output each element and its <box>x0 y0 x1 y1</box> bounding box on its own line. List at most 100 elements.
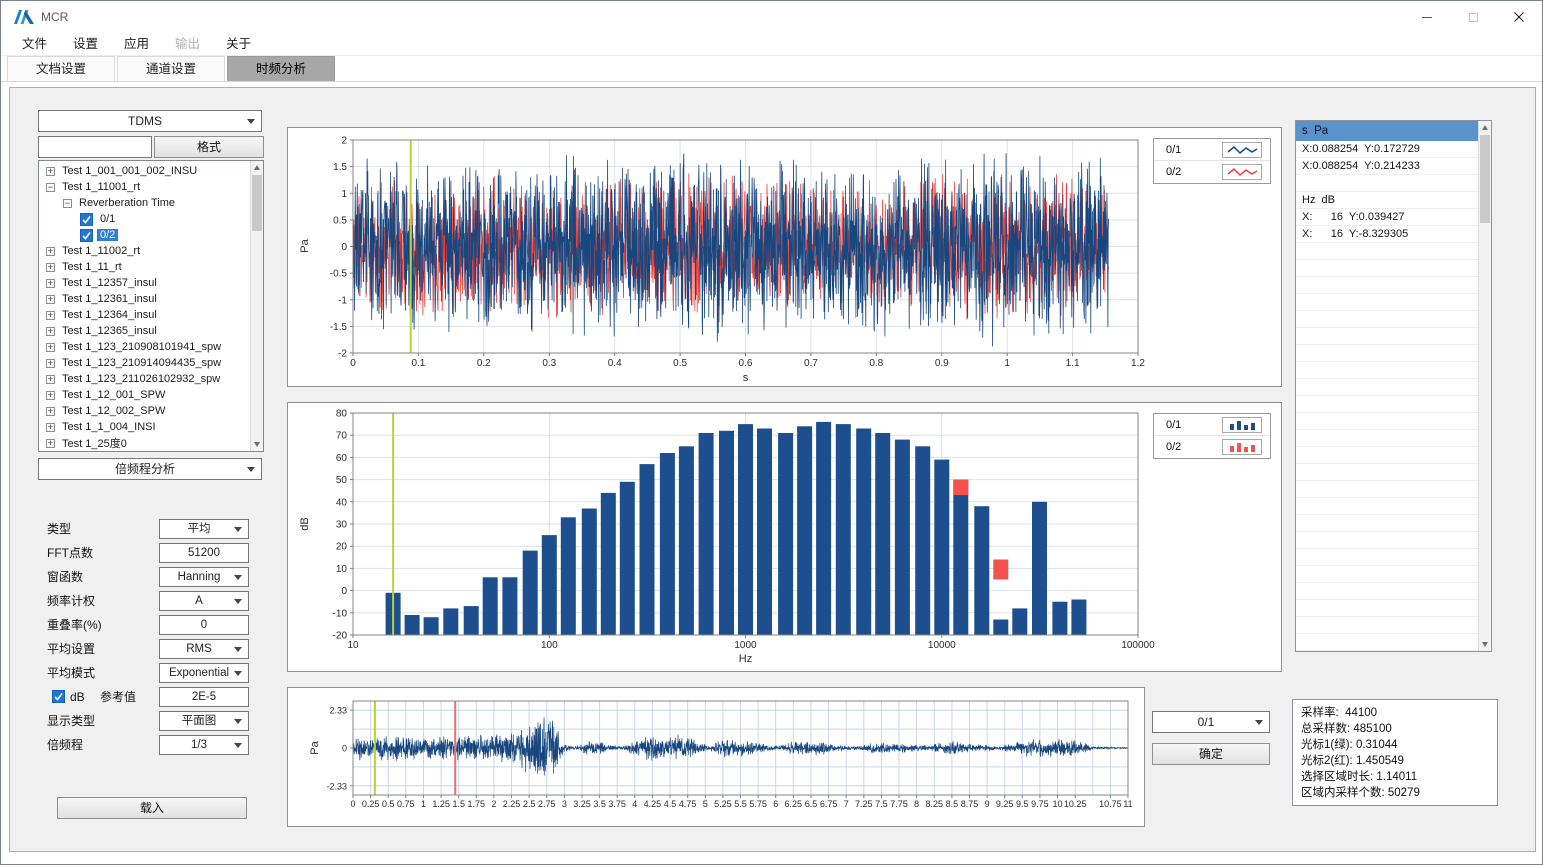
close-button[interactable] <box>1496 1 1542 33</box>
menu-item-file[interactable]: 文件 <box>9 33 60 56</box>
tree-collapse-icon[interactable]: − <box>46 183 55 192</box>
time-waveform-chart[interactable]: 00.10.20.30.40.50.60.70.80.911.11.221.51… <box>287 127 1282 387</box>
table-row[interactable] <box>1296 175 1478 192</box>
tree-item[interactable]: +Test 1_11_rt <box>40 259 249 275</box>
tree-expand-icon[interactable]: + <box>46 343 55 352</box>
field-fft-points[interactable]: 51200 <box>159 543 249 563</box>
table-row[interactable] <box>1296 549 1478 566</box>
tree-item[interactable]: −Test 1_11001_rt <box>40 179 249 195</box>
menu-item-output[interactable]: 输出 <box>162 33 213 56</box>
table-row[interactable] <box>1296 379 1478 396</box>
table-row[interactable]: X: 16 Y:0.039427 <box>1296 209 1478 226</box>
table-row[interactable] <box>1296 634 1478 651</box>
tree-item[interactable]: +Test 1_123_211026102932_spw <box>40 371 249 387</box>
tab-channel-settings[interactable]: 通道设置 <box>117 56 225 81</box>
table-row[interactable] <box>1296 481 1478 498</box>
tree-expand-icon[interactable]: + <box>46 359 55 368</box>
format-button[interactable]: 格式 <box>154 136 264 158</box>
table-row[interactable]: X: 16 Y:-8.329305 <box>1296 226 1478 243</box>
tree-expand-icon[interactable]: + <box>46 279 55 288</box>
tree-expand-icon[interactable]: + <box>46 327 55 336</box>
tree-item[interactable]: +Test 1_12357_insul <box>40 275 249 291</box>
scrollbar-thumb[interactable] <box>1480 135 1490 223</box>
table-row[interactable] <box>1296 328 1478 345</box>
field-reference-value[interactable]: 2E-5 <box>159 687 249 707</box>
legend-item[interactable]: 0/1 <box>1154 414 1270 436</box>
field-octave[interactable]: 1/3 <box>159 735 249 755</box>
table-row[interactable] <box>1296 498 1478 515</box>
tab-document-settings[interactable]: 文档设置 <box>7 56 115 81</box>
field-type[interactable]: 平均 <box>159 519 249 539</box>
tree-expand-icon[interactable]: + <box>46 391 55 400</box>
menu-item-apply[interactable]: 应用 <box>111 33 162 56</box>
table-row[interactable]: X:0.088254 Y:0.172729 <box>1296 141 1478 158</box>
tree-expand-icon[interactable]: + <box>46 295 55 304</box>
scroll-down-button[interactable] <box>251 438 263 451</box>
table-row[interactable] <box>1296 413 1478 430</box>
tree-item[interactable]: +Test 1_11002_rt <box>40 243 249 259</box>
confirm-button[interactable]: 确定 <box>1152 743 1270 765</box>
scrollbar-thumb[interactable] <box>252 175 262 231</box>
legend-item[interactable]: 0/1 <box>1154 139 1270 161</box>
tree-item[interactable]: +Test 1_1_004_INSI <box>40 419 249 435</box>
scroll-up-button[interactable] <box>1479 121 1491 134</box>
load-button[interactable]: 载入 <box>57 797 247 819</box>
table-row[interactable] <box>1296 532 1478 549</box>
table-row[interactable] <box>1296 243 1478 260</box>
table-row[interactable] <box>1296 345 1478 362</box>
maximize-button[interactable] <box>1450 1 1496 33</box>
minimize-button[interactable] <box>1404 1 1450 33</box>
analysis-type-drop[interactable]: 倍频程分析 <box>38 458 262 480</box>
field-frequency-weighting[interactable]: A <box>159 591 249 611</box>
menu-item-about[interactable]: 关于 <box>213 33 264 56</box>
tree-scrollbar[interactable] <box>250 161 263 451</box>
field-overlap[interactable]: 0 <box>159 615 249 635</box>
field-average-setting[interactable]: RMS <box>159 639 249 659</box>
tree-item[interactable]: 0/1 <box>40 211 249 227</box>
overview-waveform-chart[interactable]: 00.250.50.7511.251.51.7522.252.52.7533.2… <box>287 687 1145 827</box>
tree-item[interactable]: +Test 1_12_001_SPW <box>40 387 249 403</box>
db-checkbox[interactable] <box>52 690 65 703</box>
table-row[interactable]: Hz dB <box>1296 192 1478 209</box>
table-row[interactable] <box>1296 430 1478 447</box>
table-row[interactable] <box>1296 277 1478 294</box>
tree-item[interactable]: +Test 1_12361_insul <box>40 291 249 307</box>
tree-item[interactable]: +Test 1_12364_insul <box>40 307 249 323</box>
table-row[interactable] <box>1296 260 1478 277</box>
field-window-function[interactable]: Hanning <box>159 567 249 587</box>
menu-item-settings[interactable]: 设置 <box>60 33 111 56</box>
channel-dropdown[interactable]: 0/1 <box>1152 711 1270 733</box>
table-row[interactable] <box>1296 617 1478 634</box>
table-row[interactable]: X:0.088254 Y:0.214233 <box>1296 158 1478 175</box>
table-row[interactable] <box>1296 362 1478 379</box>
table-row[interactable] <box>1296 294 1478 311</box>
tree-expand-icon[interactable]: + <box>46 439 55 448</box>
table-row[interactable] <box>1296 566 1478 583</box>
scroll-up-button[interactable] <box>251 161 263 174</box>
tree-item[interactable]: +Test 1_123_210914094435_spw <box>40 355 249 371</box>
table-scrollbar[interactable] <box>1478 121 1491 651</box>
legend-item[interactable]: 0/2 <box>1154 161 1270 183</box>
octave-spectrum-chart[interactable]: 1010010001000010000080706050403020100-10… <box>287 402 1282 672</box>
tree-checkbox[interactable] <box>80 229 93 242</box>
table-row[interactable] <box>1296 396 1478 413</box>
table-row[interactable] <box>1296 600 1478 617</box>
tree-item[interactable]: +Test 1_25度0 <box>40 435 249 450</box>
tree-expand-icon[interactable]: + <box>46 247 55 256</box>
tab-time-frequency-analysis[interactable]: 时频分析 <box>227 56 335 81</box>
filter-input[interactable] <box>38 136 152 158</box>
tree-item[interactable]: +Test 1_123_210908101941_spw <box>40 339 249 355</box>
legend-item[interactable]: 0/2 <box>1154 436 1270 458</box>
tree-item[interactable]: +Test 1_12365_insul <box>40 323 249 339</box>
tree-checkbox[interactable] <box>80 213 93 226</box>
tree-item[interactable]: −Reverberation Time <box>40 195 249 211</box>
table-row[interactable] <box>1296 311 1478 328</box>
tree-collapse-icon[interactable]: − <box>63 199 72 208</box>
tree-expand-icon[interactable]: + <box>46 167 55 176</box>
scroll-down-button[interactable] <box>1479 638 1491 651</box>
tree-expand-icon[interactable]: + <box>46 263 55 272</box>
tree-item[interactable]: +Test 1_12_002_SPW <box>40 403 249 419</box>
tree-item[interactable]: 0/2 <box>40 227 249 243</box>
table-row[interactable] <box>1296 464 1478 481</box>
tree-expand-icon[interactable]: + <box>46 311 55 320</box>
